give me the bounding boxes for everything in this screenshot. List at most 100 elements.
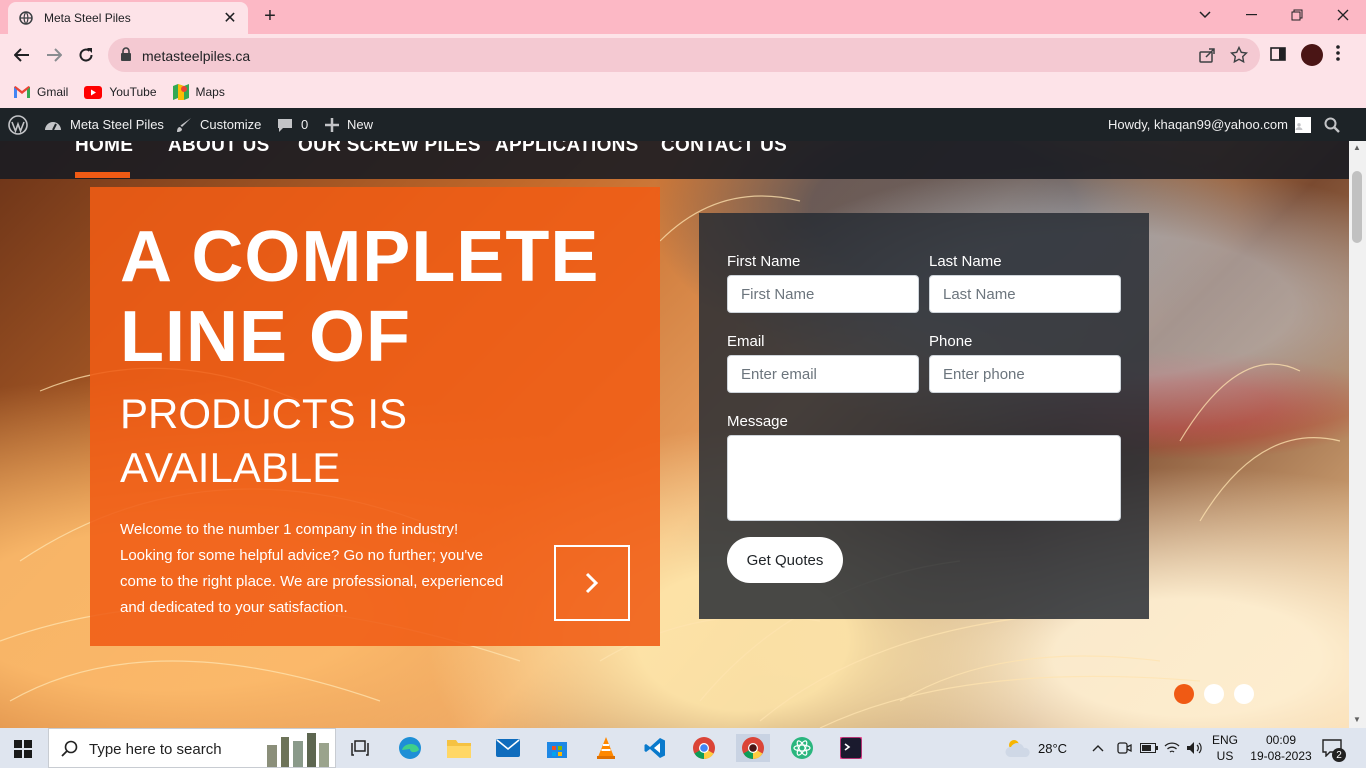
- search-icon: [61, 740, 79, 763]
- file-explorer-icon[interactable]: [445, 734, 473, 762]
- wp-customize-label: Customize: [200, 117, 262, 132]
- wp-account[interactable]: Howdy, khaqan99@yahoo.com: [1108, 108, 1311, 141]
- nav-contact-us[interactable]: CONTACT US: [661, 141, 787, 157]
- nav-active-indicator: [75, 172, 130, 178]
- hero-headline-line1: A COMPLETE: [120, 217, 600, 297]
- notification-count: 2: [1332, 748, 1346, 762]
- clock[interactable]: 00:09 19-08-2023: [1250, 728, 1312, 768]
- profile-avatar[interactable]: [1301, 44, 1323, 66]
- bookmarks-bar: Gmail YouTube Maps: [0, 76, 1366, 108]
- email-label: Email: [727, 333, 765, 350]
- page-scrollbar[interactable]: ▲ ▼: [1349, 141, 1366, 728]
- weather-widget[interactable]: 28°C: [1004, 728, 1067, 768]
- bookmark-star-icon[interactable]: [1229, 45, 1249, 69]
- first-name-input[interactable]: First Name: [727, 275, 919, 313]
- hero-subheadline-line2: AVAILABLE: [120, 444, 341, 491]
- nav-about-us[interactable]: ABOUT US: [168, 141, 270, 157]
- bookmark-youtube[interactable]: YouTube: [84, 85, 157, 99]
- phone-input[interactable]: Enter phone: [929, 355, 1121, 393]
- notifications-button[interactable]: 2: [1322, 728, 1346, 768]
- wp-customize[interactable]: Customize: [176, 108, 261, 141]
- wordpress-logo-icon[interactable]: [8, 108, 36, 141]
- chevron-right-icon: [585, 572, 599, 594]
- taskbar-search[interactable]: Type here to search: [48, 728, 336, 768]
- meet-icon[interactable]: [1116, 728, 1132, 768]
- windows-taskbar: Type here to search 28°C ENG US 00:09 19…: [0, 728, 1366, 768]
- tab-title: Meta Steel Piles: [44, 11, 131, 25]
- nav-applications[interactable]: APPLICATIONS: [495, 141, 639, 157]
- email-input[interactable]: Enter email: [727, 355, 919, 393]
- main-nav: HOME ABOUT US OUR SCREW PILES APPLICATIO…: [0, 141, 1349, 179]
- show-hidden-icons-chevron-icon[interactable]: [1092, 728, 1104, 768]
- scroll-down-icon[interactable]: ▼: [1353, 715, 1361, 724]
- minimize-button[interactable]: [1228, 0, 1274, 30]
- message-label: Message: [727, 413, 788, 430]
- wp-howdy-label: Howdy, khaqan99@yahoo.com: [1108, 117, 1288, 132]
- tab-search-chevron-icon[interactable]: [1182, 0, 1228, 30]
- chrome-icon[interactable]: [690, 734, 718, 762]
- terminal-icon[interactable]: [837, 734, 865, 762]
- wp-site-name[interactable]: Meta Steel Piles: [44, 108, 164, 141]
- bookmark-label: Gmail: [37, 85, 69, 99]
- volume-icon[interactable]: [1186, 728, 1202, 768]
- scroll-thumb[interactable]: [1352, 171, 1362, 243]
- forward-button[interactable]: [40, 41, 68, 69]
- nav-our-screw-piles[interactable]: OUR SCREW PILES: [298, 141, 481, 157]
- side-panel-icon[interactable]: [1270, 46, 1286, 67]
- url-text[interactable]: metasteelpiles.ca: [142, 48, 250, 64]
- lock-icon[interactable]: [120, 47, 132, 66]
- tab-close-icon[interactable]: ✕: [222, 8, 238, 28]
- restore-button[interactable]: [1274, 0, 1320, 30]
- last-name-input[interactable]: Last Name: [929, 275, 1121, 313]
- wp-comments[interactable]: 0: [277, 108, 308, 141]
- hero-next-button[interactable]: [554, 545, 630, 621]
- mail-icon[interactable]: [494, 734, 522, 762]
- windows-start-icon[interactable]: [14, 740, 32, 763]
- microsoft-store-icon[interactable]: [543, 734, 571, 762]
- vlc-icon[interactable]: [592, 734, 620, 762]
- back-button[interactable]: [8, 41, 36, 69]
- wp-new[interactable]: New: [325, 108, 373, 141]
- plus-icon: [325, 117, 339, 132]
- weather-temp: 28°C: [1038, 740, 1068, 756]
- new-tab-button[interactable]: +: [258, 6, 282, 28]
- edge-icon[interactable]: [396, 734, 424, 762]
- page-viewport: HOME ABOUT US OUR SCREW PILES APPLICATIO…: [0, 141, 1349, 728]
- task-view-icon[interactable]: [346, 734, 374, 762]
- vscode-icon[interactable]: [641, 734, 669, 762]
- chrome-active-icon[interactable]: [736, 734, 770, 762]
- more-menu-icon[interactable]: [1336, 45, 1340, 66]
- first-name-label: First Name: [727, 253, 801, 270]
- bookmark-maps[interactable]: Maps: [172, 84, 225, 100]
- slider-dot-1[interactable]: [1174, 684, 1194, 704]
- reload-button[interactable]: [72, 41, 100, 69]
- nav-home[interactable]: HOME: [75, 141, 133, 157]
- clock-time: 00:09: [1265, 733, 1297, 747]
- slider-dot-2[interactable]: [1204, 684, 1224, 704]
- region-text: US: [1216, 749, 1234, 763]
- address-bar[interactable]: metasteelpiles.ca: [108, 38, 1260, 72]
- slider-dot-3[interactable]: [1234, 684, 1254, 704]
- browser-tab[interactable]: Meta Steel Piles ✕: [8, 2, 248, 34]
- message-textarea[interactable]: [727, 435, 1121, 521]
- bookmark-label: YouTube: [109, 85, 157, 99]
- language-indicator[interactable]: ENG US: [1212, 728, 1238, 768]
- battery-icon[interactable]: [1140, 728, 1158, 768]
- maps-icon: [172, 84, 189, 100]
- globe-icon: [18, 10, 34, 26]
- language-text: ENG: [1212, 733, 1239, 747]
- search-placeholder: Type here to search: [89, 741, 222, 758]
- atom-icon[interactable]: [788, 734, 816, 762]
- get-quotes-button[interactable]: Get Quotes: [727, 537, 843, 583]
- wifi-icon[interactable]: [1164, 728, 1180, 768]
- bookmark-gmail[interactable]: Gmail: [14, 85, 68, 99]
- share-icon[interactable]: [1198, 46, 1216, 69]
- close-window-button[interactable]: [1320, 0, 1366, 30]
- gmail-icon: [14, 86, 30, 98]
- phone-label: Phone: [929, 333, 973, 350]
- wp-admin-bar: Meta Steel Piles Customize 0 New Howdy, …: [0, 108, 1366, 141]
- wp-search-icon[interactable]: [1324, 108, 1348, 141]
- hero-subheadline: PRODUCTS IS AVAILABLE: [120, 387, 407, 495]
- scroll-up-icon[interactable]: ▲: [1353, 143, 1361, 152]
- weather-cloud-sun-icon: [1005, 740, 1030, 757]
